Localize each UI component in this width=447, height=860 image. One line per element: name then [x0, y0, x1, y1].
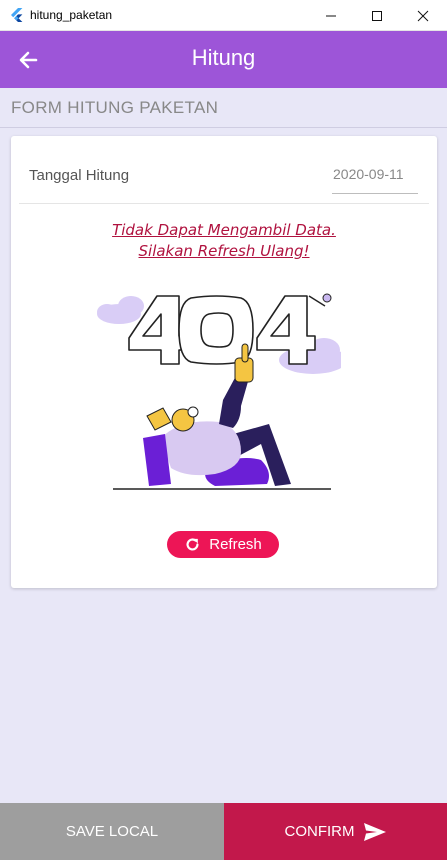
maximize-icon: [372, 10, 382, 21]
card-divider: [19, 203, 429, 204]
error-line-1: Tidak Dapat Mengambil Data.: [112, 221, 336, 239]
confirm-button[interactable]: CONFIRM: [224, 803, 447, 860]
minimize-icon: [326, 15, 336, 16]
cloud-left: [97, 296, 144, 324]
form-card: Tanggal Hitung 2020-09-11 Tidak Dapat Me…: [11, 136, 437, 588]
refresh-button[interactable]: Refresh: [167, 531, 279, 558]
app-bar: Hitung: [0, 31, 447, 88]
window-title: hitung_paketan: [30, 8, 113, 22]
window-titlebar: hitung_paketan: [0, 0, 447, 31]
error-line-2: Silakan Refresh Ulang!: [138, 242, 310, 260]
refresh-label: Refresh: [209, 536, 262, 553]
date-field[interactable]: 2020-09-11: [332, 166, 418, 194]
save-local-label: SAVE LOCAL: [65, 823, 159, 840]
error-message: Tidak Dapat Mengambil Data. Silakan Refr…: [11, 220, 437, 262]
404-illustration: [97, 293, 341, 490]
maximize-button[interactable]: [354, 0, 400, 31]
section-title: FORM HITUNG PAKETAN: [11, 98, 219, 117]
section-divider: [0, 127, 447, 128]
flutter-logo-icon: [11, 8, 23, 22]
send-icon: [363, 822, 386, 841]
minimize-button[interactable]: [308, 0, 354, 31]
close-button[interactable]: [400, 0, 446, 31]
page-title: Hitung: [191, 45, 256, 70]
date-label: Tanggal Hitung: [29, 167, 130, 184]
confirm-label: CONFIRM: [284, 823, 355, 840]
close-icon: [417, 10, 429, 21]
person: [143, 343, 291, 486]
save-local-button[interactable]: SAVE LOCAL: [0, 803, 224, 860]
refresh-icon: [186, 538, 199, 551]
